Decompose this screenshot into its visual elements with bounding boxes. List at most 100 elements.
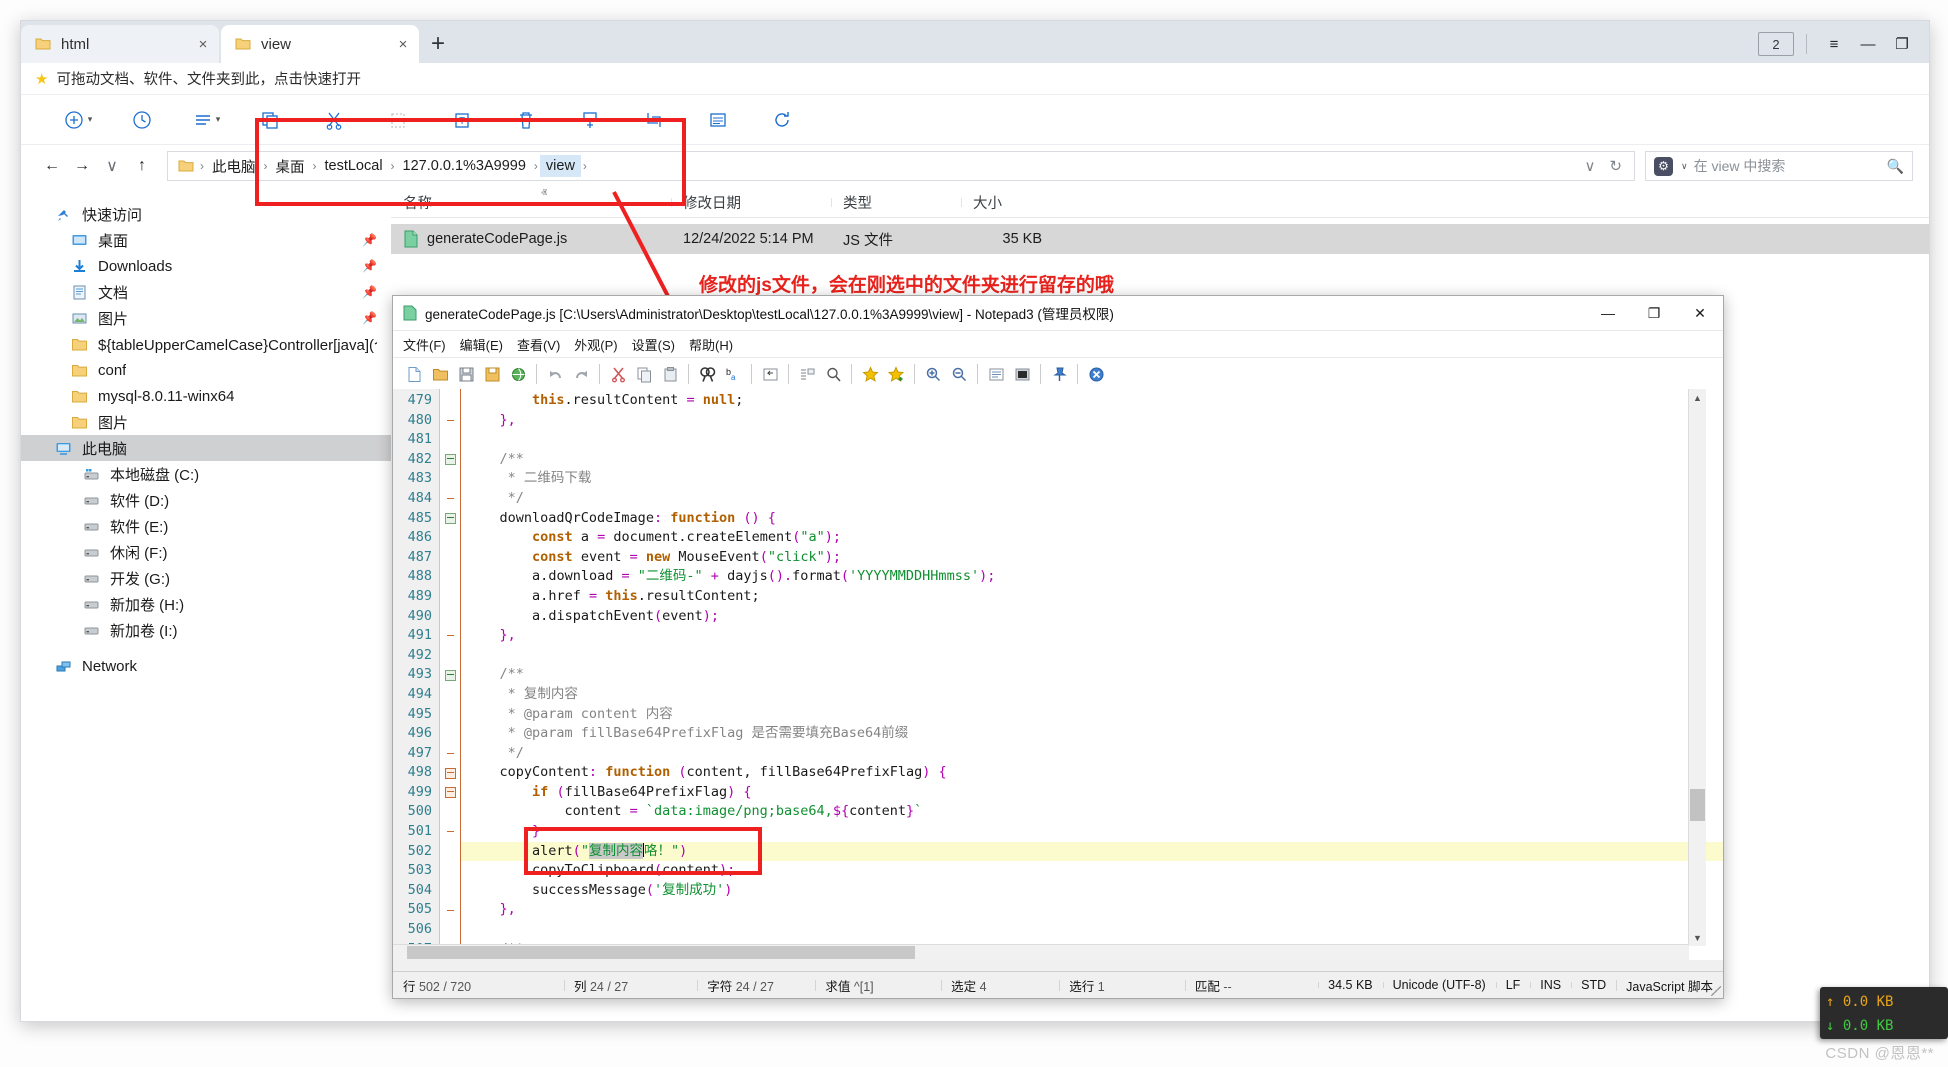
- sidebar-item-drive-e[interactable]: 软件 (E:): [21, 513, 391, 539]
- code-line[interactable]: a.href = this.resultContent;: [461, 587, 1723, 607]
- sidebar-item-drive-i[interactable]: 新加卷 (I:): [21, 617, 391, 643]
- code-line[interactable]: [461, 430, 1723, 450]
- breadcrumb-item-desktop[interactable]: 桌面: [270, 153, 311, 180]
- zoom-out-icon[interactable]: [946, 361, 972, 387]
- fold-marker[interactable]: [440, 411, 460, 431]
- scroll-up-icon[interactable]: ▲: [1689, 389, 1706, 406]
- code-text-area[interactable]: this.resultContent = null; }, /** * 二维码下…: [461, 389, 1723, 960]
- code-line[interactable]: /**: [461, 665, 1723, 685]
- code-line[interactable]: copyContent: function (content, fillBase…: [461, 763, 1723, 783]
- code-line[interactable]: */: [461, 489, 1723, 509]
- column-header-date[interactable]: 修改日期: [671, 192, 831, 213]
- drag-hint-bar[interactable]: ★ 可拖动文档、软件、文件夹到此，点击快速打开: [21, 63, 1929, 95]
- fold-marker[interactable]: [440, 489, 460, 509]
- sidebar-item-drive-c[interactable]: 本地磁盘 (C:): [21, 461, 391, 487]
- fold-marker[interactable]: [440, 450, 460, 470]
- menu-file[interactable]: 文件(F): [403, 335, 446, 354]
- chevron-down-icon[interactable]: ▾: [88, 114, 93, 125]
- sidebar-item-drive-d[interactable]: 软件 (D:): [21, 487, 391, 513]
- sidebar-item-conf[interactable]: conf: [21, 357, 391, 383]
- pin-icon[interactable]: 📌: [362, 285, 377, 299]
- status-encoding[interactable]: Unicode (UTF-8): [1382, 978, 1496, 992]
- sidebar-item-controller-template[interactable]: ${tableUpperCamelCase}Controller[java](个…: [21, 331, 391, 357]
- code-line[interactable]: },: [461, 900, 1723, 920]
- up-button[interactable]: ↑: [127, 151, 157, 181]
- always-on-top-icon[interactable]: [1046, 361, 1072, 387]
- open-file-icon[interactable]: [427, 361, 453, 387]
- code-line[interactable]: const a = document.createElement("a");: [461, 528, 1723, 548]
- fold-marker[interactable]: [440, 822, 460, 842]
- new-file-icon[interactable]: [401, 361, 427, 387]
- code-line[interactable]: [461, 920, 1723, 940]
- sidebar-item-quick-access[interactable]: 快速访问: [21, 201, 391, 227]
- search-input[interactable]: ⚙ ∨ 在 view 中搜索 🔍: [1645, 151, 1913, 181]
- add-bookmark-icon[interactable]: [883, 361, 909, 387]
- schemes-icon[interactable]: [983, 361, 1009, 387]
- table-row[interactable]: generateCodePage.js 12/24/2022 5:14 PM J…: [391, 224, 1929, 254]
- column-header-name[interactable]: 名称 ⱏ: [391, 186, 671, 213]
- editor-horizontal-scrollbar[interactable]: [393, 944, 1689, 960]
- cut-button[interactable]: [311, 103, 357, 137]
- code-line[interactable]: successMessage('复制成功'): [461, 881, 1723, 901]
- breadcrumb-item-testlocal[interactable]: testLocal: [319, 155, 389, 177]
- sidebar-item-pictures[interactable]: 图片 📌: [21, 305, 391, 331]
- status-language[interactable]: JavaScript 脚本: [1616, 976, 1723, 995]
- fold-marker[interactable]: [440, 744, 460, 764]
- sidebar-item-documents[interactable]: 文档 📌: [21, 279, 391, 305]
- editor-vertical-scrollbar[interactable]: ▲ ▼: [1688, 389, 1706, 946]
- fold-marker[interactable]: [440, 763, 460, 783]
- sidebar-item-drive-g[interactable]: 开发 (G:): [21, 565, 391, 591]
- paste-icon[interactable]: [657, 361, 683, 387]
- browse-icon[interactable]: [505, 361, 531, 387]
- status-eol[interactable]: LF: [1495, 978, 1531, 992]
- fold-marker[interactable]: [440, 509, 460, 529]
- code-line[interactable]: copyToClipboard(content);: [461, 861, 1723, 881]
- breadcrumb-item-host[interactable]: 127.0.0.1%3A9999: [397, 155, 532, 177]
- word-wrap-icon[interactable]: [757, 361, 783, 387]
- minimize-icon[interactable]: —: [1585, 296, 1631, 330]
- tab-html[interactable]: html ×: [21, 25, 219, 63]
- search-icon[interactable]: 🔍: [1887, 158, 1904, 175]
- address-dropdown-icon[interactable]: ∨: [1584, 157, 1595, 175]
- status-insert-mode[interactable]: INS: [1530, 978, 1571, 992]
- code-line[interactable]: }: [461, 822, 1723, 842]
- properties-button[interactable]: [631, 103, 677, 137]
- scrollbar-thumb[interactable]: [407, 946, 915, 959]
- minimize-icon[interactable]: —: [1853, 31, 1883, 57]
- details-pane-button[interactable]: [695, 103, 741, 137]
- new-item-button[interactable]: ▾: [55, 103, 101, 137]
- scrollbar-thumb[interactable]: [1690, 789, 1705, 821]
- sort-view-button[interactable]: ▾: [183, 103, 229, 137]
- code-line[interactable]: },: [461, 626, 1723, 646]
- code-line[interactable]: const event = new MouseEvent("click");: [461, 548, 1723, 568]
- pin-icon[interactable]: 📌: [362, 259, 377, 273]
- chevron-down-icon[interactable]: ∨: [1681, 161, 1688, 172]
- code-line[interactable]: [461, 646, 1723, 666]
- hamburger-menu-icon[interactable]: ≡: [1819, 31, 1849, 57]
- recent-locations-button[interactable]: ∨: [97, 151, 127, 181]
- sidebar-item-desktop[interactable]: 桌面 📌: [21, 227, 391, 253]
- zoom-find-icon[interactable]: [820, 361, 846, 387]
- find-icon[interactable]: [694, 361, 720, 387]
- refresh-button[interactable]: [759, 103, 805, 137]
- notepad3-editor[interactable]: 479 480 481 482 483 484 485 486 487 488 489 490 491 4…: [393, 389, 1723, 960]
- forward-button[interactable]: →: [67, 151, 97, 181]
- code-line[interactable]: },: [461, 411, 1723, 431]
- code-line[interactable]: content = `data:image/png;base64,${conte…: [461, 802, 1723, 822]
- code-line[interactable]: a.download = "二维码-" + dayjs().format('YY…: [461, 567, 1723, 587]
- code-line[interactable]: alert("复制内容咯！"): [461, 841, 1723, 862]
- code-line[interactable]: downloadQrCodeImage: function () {: [461, 509, 1723, 529]
- sidebar-item-network[interactable]: Network: [21, 653, 391, 679]
- code-line[interactable]: if (fillBase64PrefixFlag) {: [461, 783, 1723, 803]
- exit-icon[interactable]: [1083, 361, 1109, 387]
- fold-marker[interactable]: [440, 626, 460, 646]
- save-as-icon[interactable]: [479, 361, 505, 387]
- gear-icon[interactable]: ⚙: [1654, 156, 1673, 176]
- tab-count-badge[interactable]: 2: [1758, 32, 1794, 56]
- code-folding-column[interactable]: [440, 389, 461, 960]
- delete-button[interactable]: [503, 103, 549, 137]
- back-button[interactable]: ←: [37, 151, 67, 181]
- resize-grip[interactable]: [1711, 986, 1721, 996]
- breadcrumb-item-view[interactable]: view: [539, 155, 581, 177]
- scroll-down-icon[interactable]: ▼: [1689, 929, 1706, 946]
